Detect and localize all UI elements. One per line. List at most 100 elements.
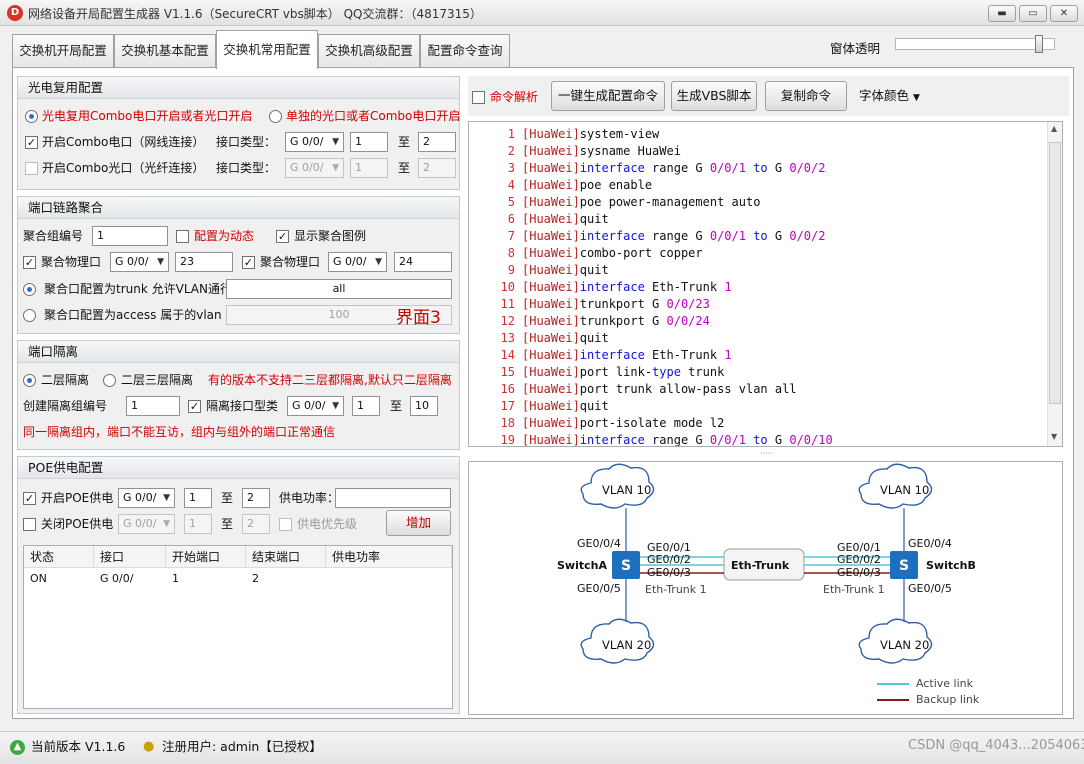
status-bar: ▲ 当前版本 V1.1.6 ● 注册用户: admin【已授权】 CSDN @q… xyxy=(0,731,1084,764)
isolate-iface-checkbox[interactable]: ✓ xyxy=(188,400,201,413)
maximize-button[interactable]: ▭ xyxy=(1019,5,1047,22)
code-text: [HuaWei]quit xyxy=(522,212,609,226)
chevron-down-icon: ▼ xyxy=(157,257,164,267)
font-color-menu[interactable]: 字体颜色 ▼ xyxy=(859,87,920,107)
power-input[interactable] xyxy=(335,488,451,508)
priority-checkbox[interactable] xyxy=(279,518,292,531)
chevron-down-icon: ▼ xyxy=(332,163,339,173)
transparency-slider-thumb[interactable] xyxy=(1035,35,1043,53)
table-header[interactable]: 结束端口 xyxy=(246,546,326,568)
group-title: 光电复用配置 xyxy=(18,77,459,99)
port-label: GE0/0/3 xyxy=(837,566,881,579)
poe-on-from-input[interactable]: 1 xyxy=(184,488,212,508)
show-legend-checkbox[interactable]: ✓ xyxy=(276,230,289,243)
poe-off-checkbox[interactable] xyxy=(23,518,36,531)
radio-trunk[interactable] xyxy=(23,283,36,296)
radio-combo-optical[interactable] xyxy=(25,110,38,123)
combo-copper-checkbox[interactable]: ✓ xyxy=(25,136,38,149)
code-text: [HuaWei]port-isolate mode l2 xyxy=(522,416,725,430)
poe-off-select[interactable]: G 0/0/ ▼ xyxy=(118,514,175,534)
radio-access[interactable] xyxy=(23,309,36,322)
line-number: 17 xyxy=(500,399,515,413)
line-number: 11 xyxy=(500,297,515,311)
agg-phys1-input[interactable]: 23 xyxy=(175,252,233,272)
line-number: 15 xyxy=(500,365,515,379)
font-color-label: 字体颜色 xyxy=(859,88,910,103)
copy-command-button[interactable]: 复制命令 xyxy=(765,81,847,111)
combo-fiber-checkbox[interactable] xyxy=(25,162,38,175)
table-header[interactable]: 开始端口 xyxy=(166,546,246,568)
poe-off-from-input[interactable]: 1 xyxy=(184,514,212,534)
generate-vbs-button[interactable]: 生成VBS脚本 xyxy=(671,81,757,111)
window-title: 网络设备开局配置生成器 V1.1.6（SecureCRT vbs脚本） QQ交流… xyxy=(28,7,482,21)
dropdown-arrow-icon: ▼ xyxy=(913,93,920,103)
line-number: 9 xyxy=(507,263,515,277)
port-label: GE0/0/4 xyxy=(908,537,952,550)
generate-config-button[interactable]: 一键生成配置命令 xyxy=(551,81,665,111)
group-title: 端口隔离 xyxy=(18,341,459,363)
iface-type-select[interactable]: G 0/0/ ▼ xyxy=(285,132,344,152)
code-text: [HuaWei]interface range G 0/0/1 to G 0/0… xyxy=(522,229,826,243)
poe-off-to-input[interactable]: 2 xyxy=(242,514,270,534)
agg-phys2-input[interactable]: 24 xyxy=(394,252,452,272)
code-text: [HuaWei]combo-port copper xyxy=(522,246,703,260)
radio-l2-isolate[interactable] xyxy=(23,374,36,387)
chevron-down-icon: ▼ xyxy=(375,257,382,267)
select-value: G 0/0/ xyxy=(123,491,157,504)
poe-on-checkbox[interactable]: ✓ xyxy=(23,492,36,505)
tab-switch-init[interactable]: 交换机开局配置 xyxy=(12,34,114,68)
table-header[interactable]: 状态 xyxy=(24,546,94,568)
table-header[interactable]: 接口 xyxy=(94,546,166,568)
minimize-button[interactable]: ▬ xyxy=(988,5,1016,22)
tab-command-query[interactable]: 配置命令查询 xyxy=(420,34,510,68)
scroll-up-icon[interactable]: ▲ xyxy=(1051,124,1057,133)
watermark-label: 界面3 xyxy=(396,308,441,328)
vlan-label: VLAN 10 xyxy=(880,483,930,497)
agg-group-input[interactable]: 1 xyxy=(92,226,168,246)
switch-a-glyph: S xyxy=(621,558,632,574)
poe-on-to-input[interactable]: 2 xyxy=(242,488,270,508)
isolate-iface-select[interactable]: G 0/0/ ▼ xyxy=(287,396,344,416)
table-header[interactable]: 供电功率 xyxy=(326,546,452,568)
agg-phys2-select[interactable]: G 0/0/ ▼ xyxy=(328,252,387,272)
port-label: GE0/0/3 xyxy=(647,566,691,579)
splitter-grip-icon[interactable]: ····· xyxy=(760,449,773,458)
line-number: 4 xyxy=(507,178,515,192)
port-from-input[interactable]: 1 xyxy=(350,158,388,178)
agg-phys1-select[interactable]: G 0/0/ ▼ xyxy=(110,252,169,272)
port-to-input[interactable]: 2 xyxy=(418,132,456,152)
agg-phys2-checkbox[interactable]: ✓ xyxy=(242,256,255,269)
add-button[interactable]: 增加 xyxy=(386,510,451,536)
parse-checkbox[interactable] xyxy=(472,91,485,104)
isolate-group-input[interactable]: 1 xyxy=(126,396,180,416)
agg-phys2-label: 聚合物理口 xyxy=(260,255,321,269)
tab-switch-advanced[interactable]: 交换机高级配置 xyxy=(318,34,420,68)
poe-on-select[interactable]: G 0/0/ ▼ xyxy=(118,488,175,508)
line-number: 7 xyxy=(507,229,515,243)
close-button[interactable]: ✕ xyxy=(1050,5,1078,22)
isolate-from-input[interactable]: 1 xyxy=(352,396,380,416)
legend-backup-label: Backup link xyxy=(916,693,980,706)
iface-type-select[interactable]: G 0/0/ ▼ xyxy=(285,158,344,178)
dynamic-checkbox[interactable] xyxy=(176,230,189,243)
scroll-down-icon[interactable]: ▼ xyxy=(1051,432,1057,441)
radio-l2l3-isolate[interactable] xyxy=(103,374,116,387)
isolate-to-input[interactable]: 10 xyxy=(410,396,438,416)
command-editor[interactable]: 1 [HuaWei]system-view 2 [HuaWei]sysname Hua… xyxy=(468,121,1063,447)
to-label: 至 xyxy=(398,161,411,175)
agg-phys1-checkbox[interactable]: ✓ xyxy=(23,256,36,269)
port-to-input[interactable]: 2 xyxy=(418,158,456,178)
trunk-vlan-input[interactable]: all xyxy=(226,279,452,299)
trunk-port-label: Eth-Trunk 1 xyxy=(645,583,707,596)
transparency-slider[interactable] xyxy=(895,38,1055,50)
code-text: [HuaWei]interface Eth-Trunk 1 xyxy=(522,280,732,294)
tab-switch-common[interactable]: 交换机常用配置 xyxy=(216,30,318,69)
tab-switch-basic[interactable]: 交换机基本配置 xyxy=(114,34,216,68)
isolate-iface-label: 隔离接口型类 xyxy=(206,399,279,413)
command-toolbar: 命令解析 一键生成配置命令 生成VBS脚本 复制命令 字体颜色 ▼ xyxy=(468,76,1069,116)
port-from-input[interactable]: 1 xyxy=(350,132,388,152)
code-text: [HuaWei]quit xyxy=(522,331,609,345)
optical-combo-group: 光电复用配置 光电复用Combo电口开启或者光口开启 单独的光口或者Combo电… xyxy=(17,76,460,190)
radio-standalone[interactable] xyxy=(269,110,282,123)
scrollbar-thumb[interactable] xyxy=(1049,142,1061,404)
